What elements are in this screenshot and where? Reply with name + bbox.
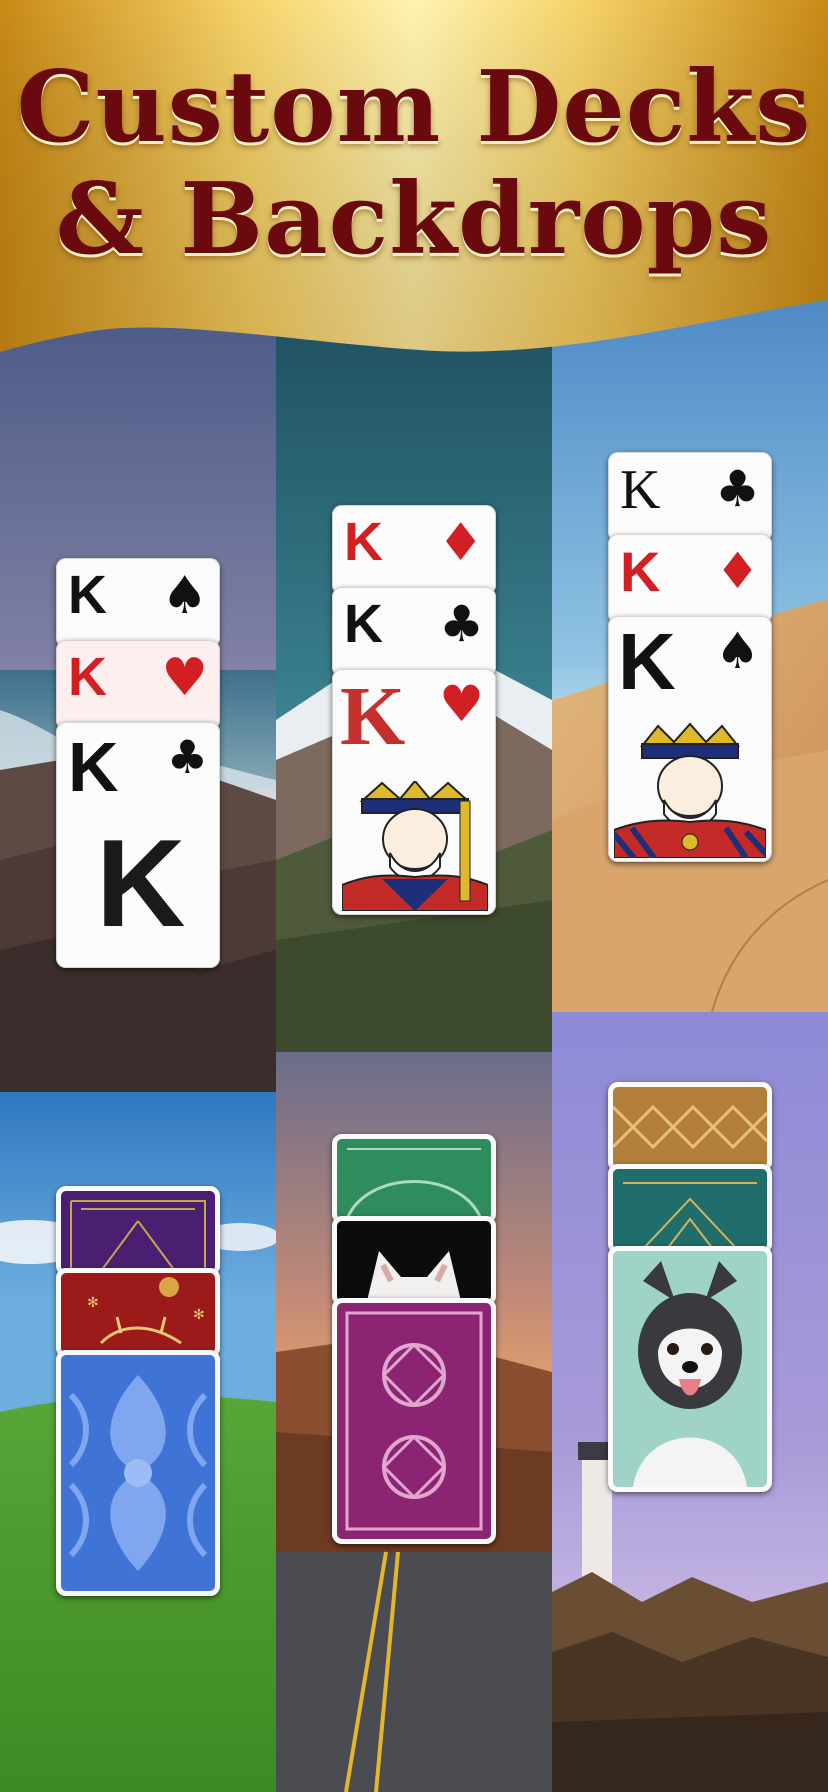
card-back-magenta-mandala[interactable] <box>332 1298 496 1544</box>
card-back-red-snowflake[interactable]: ✻ ✻ <box>56 1268 220 1358</box>
page-title: Custom Decks & Backdrops <box>0 52 828 276</box>
svg-text:✻: ✻ <box>87 1295 99 1311</box>
card-king-clubs[interactable]: K ♣ <box>332 587 496 677</box>
mandala-pattern <box>345 1311 483 1531</box>
card-king-diamonds[interactable]: K ♦ <box>332 505 496 595</box>
card-rank: K <box>68 647 107 707</box>
card-king-diamonds[interactable]: K ♦ <box>608 534 772 624</box>
damask-pattern <box>68 1375 208 1571</box>
card-back-white-kitten-photo[interactable] <box>332 1216 496 1306</box>
card-back-blue-damask[interactable] <box>56 1350 220 1596</box>
card-rank: K <box>620 459 661 521</box>
husky-photo-icon <box>633 1261 747 1487</box>
king-portrait-icon <box>342 781 488 911</box>
card-king-spades[interactable]: K ♠ <box>56 558 220 648</box>
king-portrait-icon <box>614 722 766 858</box>
spade-icon: ♠ <box>161 566 208 626</box>
title-line-2: & Backdrops <box>55 162 773 277</box>
ornate-pattern <box>345 1148 483 1219</box>
card-rank: K <box>618 617 676 706</box>
card-king-clubs[interactable]: K ♣ K <box>56 722 220 968</box>
lattice-pattern <box>613 1104 767 1150</box>
art-deco-pattern <box>623 1182 757 1249</box>
card-king-clubs[interactable]: K ♣ <box>608 452 772 542</box>
card-center-rank: K <box>96 815 186 953</box>
club-icon: ♣ <box>439 595 484 653</box>
card-rank: K <box>68 728 119 806</box>
kitten-photo-icon <box>367 1251 461 1301</box>
heart-icon: ♥ <box>439 675 484 733</box>
card-back-green-ornate[interactable] <box>332 1134 496 1224</box>
card-back-purple-art-deco[interactable] <box>56 1186 220 1276</box>
club-icon: ♣ <box>715 460 760 518</box>
diamond-icon: ♦ <box>715 542 760 600</box>
art-deco-pattern <box>70 1200 206 1271</box>
card-king-hearts[interactable]: K ♥ <box>56 640 220 730</box>
card-rank: K <box>620 540 661 603</box>
heart-icon: ♥ <box>161 648 208 708</box>
card-king-spades-face[interactable]: K ♠ <box>608 616 772 862</box>
card-rank: K <box>340 670 406 763</box>
card-rank: K <box>344 512 383 572</box>
card-back-gold-lattice[interactable] <box>608 1082 772 1172</box>
svg-text:✻: ✻ <box>193 1307 205 1323</box>
card-back-husky-photo[interactable] <box>608 1246 772 1492</box>
card-rank: K <box>344 594 383 654</box>
card-king-hearts-face[interactable]: K ♥ <box>332 669 496 915</box>
spade-icon: ♠ <box>715 622 760 680</box>
club-icon: ♣ <box>166 730 208 784</box>
card-back-teal-art-deco[interactable] <box>608 1164 772 1254</box>
snowflake-pattern: ✻ ✻ <box>87 1277 205 1345</box>
card-rank: K <box>68 565 107 625</box>
title-line-1: Custom Decks <box>16 50 812 165</box>
diamond-icon: ♦ <box>437 513 484 573</box>
